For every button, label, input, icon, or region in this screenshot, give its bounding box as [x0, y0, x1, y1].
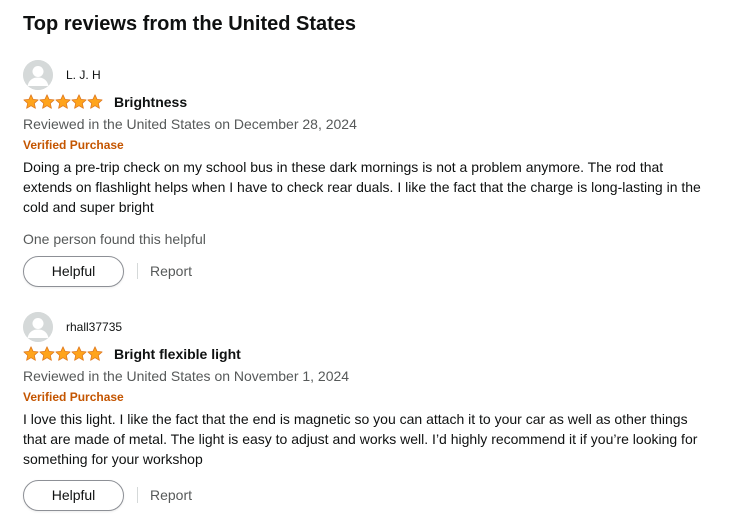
report-link[interactable]: Report — [150, 486, 192, 504]
star-icon — [55, 94, 71, 109]
helpful-button[interactable]: Helpful — [23, 479, 124, 511]
divider — [137, 487, 138, 503]
star-icon — [55, 346, 71, 361]
star-icon — [87, 346, 103, 361]
verified-purchase-badge: Verified Purchase — [23, 138, 124, 152]
review-body: I love this light. I like the fact that … — [23, 411, 698, 467]
stars-graphic — [23, 94, 103, 109]
review-date: Reviewed in the United States on Decembe… — [23, 116, 357, 132]
avatar-icon — [23, 60, 53, 90]
divider — [137, 263, 138, 279]
reviewer-name: rhall37735 — [66, 320, 123, 334]
star-icon — [71, 94, 87, 109]
reviewer-name: L. J. H — [66, 68, 101, 82]
helpful-button[interactable]: Helpful — [23, 255, 124, 287]
stars-graphic — [23, 346, 103, 361]
review: rhall37735 Bright flexible light Reviewe… — [23, 312, 723, 522]
star-icon — [71, 346, 87, 361]
star-icon — [39, 346, 55, 361]
star-rating[interactable] — [23, 345, 103, 363]
star-icon — [23, 346, 39, 361]
star-icon — [39, 94, 55, 109]
star-rating[interactable] — [23, 93, 103, 111]
review-date: Reviewed in the United States on Novembe… — [23, 368, 350, 384]
review: L. J. H Brightness Reviewed in the Unite… — [23, 60, 723, 290]
avatar-icon — [23, 312, 53, 342]
report-link[interactable]: Report — [150, 262, 192, 280]
section-title: Top reviews from the United States — [23, 13, 357, 35]
reviewer-profile[interactable]: L. J. H — [23, 60, 101, 90]
verified-purchase-badge: Verified Purchase — [23, 390, 124, 404]
star-icon — [87, 94, 103, 109]
review-title[interactable]: Brightness — [114, 93, 187, 111]
reviewer-profile[interactable]: rhall37735 — [23, 312, 122, 342]
helpful-count: One person found this helpful — [23, 231, 206, 247]
review-title[interactable]: Bright flexible light — [114, 345, 241, 363]
review-body: Doing a pre-trip check on my school bus … — [23, 159, 701, 215]
star-icon — [23, 94, 39, 109]
